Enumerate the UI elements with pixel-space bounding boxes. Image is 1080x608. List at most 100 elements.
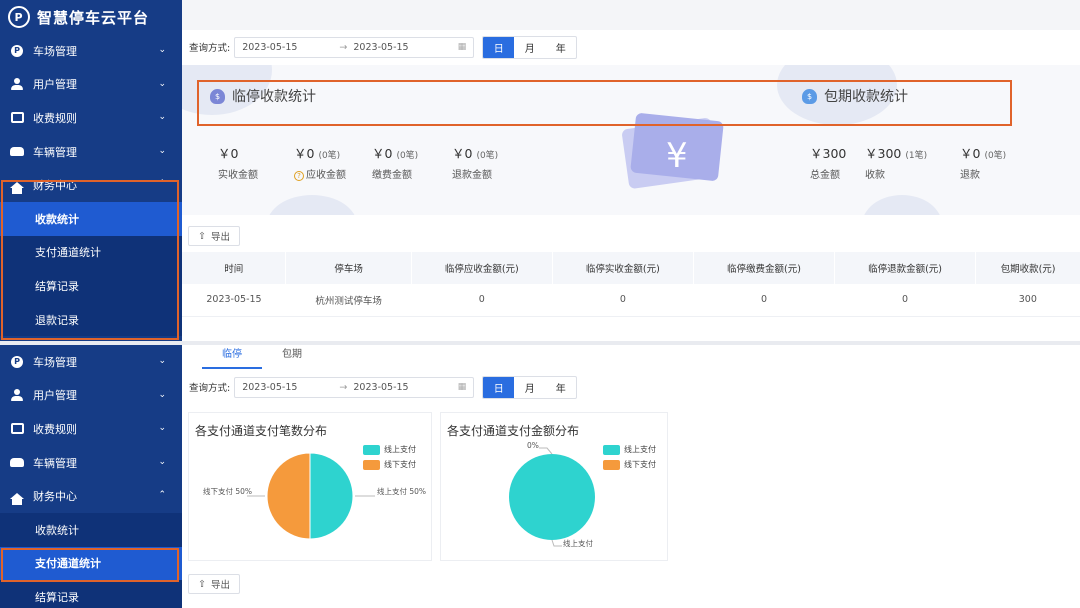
stat-label: 缴费金额 bbox=[372, 170, 412, 181]
sidebar-item-users[interactable]: 用户管理 ⌄ bbox=[0, 68, 182, 102]
sidebar-item-users[interactable]: 用户管理 ⌄ bbox=[0, 379, 182, 413]
main-content: 查询方式: 2023-05-15 → 2023-05-15 ▦ 日 月 年 ¥ bbox=[182, 0, 1080, 341]
export-button[interactable]: ⇧ 导出 bbox=[188, 226, 240, 246]
month-button[interactable]: 月 bbox=[514, 37, 545, 58]
sidebar-item-finance[interactable]: 财务中心 ⌃ bbox=[0, 479, 182, 513]
sidebar-item-label: 收款统计 bbox=[35, 212, 79, 226]
sidebar-item-vehicles[interactable]: 车辆管理 ⌄ bbox=[0, 135, 182, 169]
money-bag-icon: $ bbox=[802, 88, 817, 104]
year-button[interactable]: 年 bbox=[545, 37, 576, 58]
range-separator: → bbox=[339, 381, 348, 393]
granularity-toggle: 日 月 年 bbox=[482, 35, 578, 59]
table-header: 停车场 bbox=[285, 252, 412, 284]
period-panel-title: $ 包期收款统计 bbox=[802, 86, 908, 106]
pie-chart-amount bbox=[509, 447, 595, 547]
sidebar-item-label: 收费规则 bbox=[33, 111, 77, 125]
bg-shape bbox=[862, 195, 942, 215]
pie-label-offline: 线下支付 50% bbox=[203, 487, 253, 496]
day-button[interactable]: 日 bbox=[483, 36, 515, 58]
stat-value: ￥0 bbox=[960, 146, 981, 161]
stat-paid: ￥0 (0笔) 缴费金额 bbox=[372, 143, 418, 181]
chevron-down-icon: ⌄ bbox=[158, 389, 166, 400]
sidebar-item-label: 车场管理 bbox=[33, 44, 77, 58]
table-header: 临停实收金额(元) bbox=[551, 252, 694, 284]
pie-slice-online[interactable] bbox=[509, 454, 595, 540]
sidebar-item-parking-lot[interactable]: P 车场管理 ⌄ bbox=[0, 34, 182, 68]
stat-count: (0笔) bbox=[396, 151, 419, 161]
stat-value: ￥0 bbox=[294, 146, 315, 161]
app-logo[interactable]: P 智慧停车云平台 bbox=[0, 0, 182, 34]
chart-legend: 线上支付 线下支付 bbox=[363, 444, 416, 474]
sidebar-item-label: 收费规则 bbox=[33, 422, 77, 436]
stat-label: 退款 bbox=[960, 170, 980, 181]
end-date[interactable]: 2023-05-15 bbox=[353, 382, 408, 393]
sidebar-item-label: 财务中心 bbox=[33, 490, 77, 504]
chevron-up-icon: ⌃ bbox=[158, 179, 166, 190]
export-button[interactable]: ⇧ 导出 bbox=[188, 574, 240, 594]
legend-item-online[interactable]: 线上支付 bbox=[363, 444, 416, 455]
sidebar-item-label: 财务中心 bbox=[33, 179, 77, 193]
start-date[interactable]: 2023-05-15 bbox=[242, 382, 297, 393]
sidebar-item-fee-rules[interactable]: 收费规则 ⌄ bbox=[0, 101, 182, 135]
sidebar-item-channel-stats[interactable]: 支付通道统计 bbox=[0, 546, 182, 581]
stat-value: ￥300 bbox=[810, 146, 847, 161]
sidebar-item-settlement[interactable]: 结算记录 bbox=[0, 269, 182, 303]
table-header-row: 时间 停车场 临停应收金额(元) 临停实收金额(元) 临停缴费金额(元) 临停退… bbox=[182, 252, 1080, 284]
legend-swatch bbox=[363, 459, 380, 470]
stat-count: (0笔) bbox=[476, 151, 499, 161]
chevron-down-icon: ⌄ bbox=[158, 423, 166, 434]
help-icon[interactable]: ? bbox=[294, 171, 304, 181]
main-content: 临停 包期 查询方式: 2023-05-15 → 2023-05-15 ▦ 日 … bbox=[182, 345, 1080, 608]
pie-slice-online[interactable] bbox=[309, 452, 354, 540]
calendar-icon: ▦ bbox=[457, 42, 467, 52]
sidebar-item-settlement[interactable]: 结算记录 bbox=[0, 580, 182, 608]
pie-slice-offline[interactable] bbox=[266, 452, 311, 540]
sidebar-item-refunds[interactable]: 退款记录 bbox=[0, 302, 182, 337]
legend-item-online[interactable]: 线上支付 bbox=[603, 444, 656, 455]
legend-swatch bbox=[603, 444, 620, 455]
stat-total: ￥300 总金额 bbox=[810, 143, 846, 181]
panel-title-text: 临停收款统计 bbox=[232, 89, 316, 105]
table-cell: 2023-05-15 bbox=[182, 284, 286, 317]
sidebar-item-fee-rules[interactable]: 收费规则 ⌄ bbox=[0, 412, 182, 446]
sidebar-item-parking-lot[interactable]: P 车场管理 ⌄ bbox=[0, 345, 182, 379]
stat-label: 应收金额 bbox=[306, 170, 346, 181]
sidebar-item-label: 车辆管理 bbox=[33, 145, 77, 159]
date-range-picker[interactable]: 2023-05-15 → 2023-05-15 ▦ bbox=[234, 36, 475, 58]
stat-count: (0笔) bbox=[318, 151, 341, 161]
legend-item-offline[interactable]: 线下支付 bbox=[603, 459, 656, 470]
chart-card-count: 各支付通道支付笔数分布 线上支付 线下支付 线下支付 50% 线上支付 50% bbox=[188, 412, 432, 561]
sidebar-item-finance[interactable]: 财务中心 ⌃ bbox=[0, 168, 182, 202]
pie-leader-line bbox=[551, 539, 562, 547]
tab-bar: 临停 包期 bbox=[182, 345, 1080, 369]
pie-label-online: 线上支付 bbox=[563, 539, 593, 548]
date-range-picker[interactable]: 2023-05-15 → 2023-05-15 ▦ bbox=[234, 376, 475, 398]
user-icon bbox=[9, 387, 25, 403]
sidebar-item-payment-stats[interactable]: 收款统计 bbox=[0, 512, 182, 547]
sidebar-item-label: 用户管理 bbox=[33, 78, 77, 92]
pie-leader-line bbox=[539, 447, 553, 455]
legend-swatch bbox=[363, 444, 380, 455]
month-button[interactable]: 月 bbox=[514, 377, 545, 398]
svg-text:¥: ¥ bbox=[666, 136, 688, 176]
legend-item-offline[interactable]: 线下支付 bbox=[363, 459, 416, 470]
tab-temporary[interactable]: 临停 bbox=[202, 345, 262, 369]
stat-receivable: ￥0 (0笔) ? 应收金额 bbox=[294, 143, 346, 181]
year-button[interactable]: 年 bbox=[545, 377, 576, 398]
end-date[interactable]: 2023-05-15 bbox=[353, 42, 408, 53]
stat-label: 实收金额 bbox=[218, 170, 258, 181]
sidebar-item-channel-stats[interactable]: 支付通道统计 bbox=[0, 235, 182, 270]
start-date[interactable]: 2023-05-15 bbox=[242, 42, 297, 53]
table-cell: 0 bbox=[834, 284, 976, 317]
table-cell: 杭州测试停车场 bbox=[285, 284, 412, 317]
chevron-down-icon: ⌄ bbox=[158, 145, 166, 156]
sidebar-item-vehicles[interactable]: 车辆管理 ⌄ bbox=[0, 446, 182, 480]
table-header: 包期收款(元) bbox=[975, 252, 1080, 284]
sidebar: P 智慧停车云平台 P 车场管理 ⌄ 用户管理 ⌄ 收费规则 ⌄ 车辆管理 ⌄ … bbox=[0, 0, 182, 341]
legend-swatch bbox=[603, 459, 620, 470]
calendar-icon: ▦ bbox=[457, 382, 467, 392]
sidebar-item-payment-stats[interactable]: 收款统计 bbox=[0, 201, 182, 236]
sidebar-item-label: 用户管理 bbox=[33, 389, 77, 403]
day-button[interactable]: 日 bbox=[483, 376, 515, 398]
tab-period[interactable]: 包期 bbox=[262, 345, 322, 369]
